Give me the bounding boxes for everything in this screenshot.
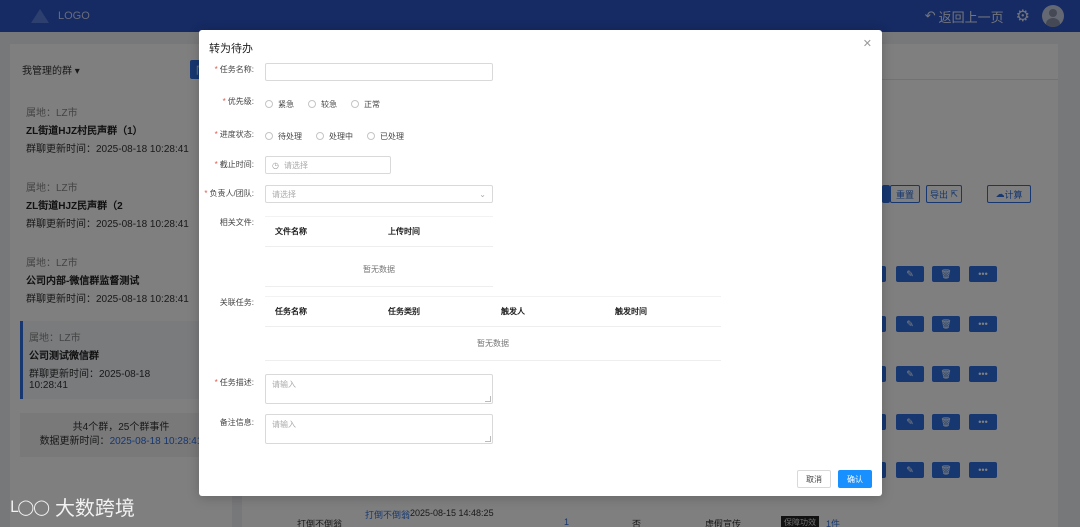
status-option-done[interactable]: 已处理	[367, 131, 404, 142]
chevron-down-icon: ⌄	[479, 189, 486, 199]
status-option-pending[interactable]: 待处理	[265, 131, 302, 142]
task-name-input[interactable]	[265, 63, 493, 81]
files-empty: 暂无数据	[265, 253, 493, 287]
priority-option-urgent[interactable]: 紧急	[265, 99, 294, 110]
desc-placeholder: 请输入	[272, 380, 296, 389]
deadline-placeholder: 请选择	[283, 160, 308, 170]
remark-placeholder: 请输入	[272, 420, 296, 429]
deadline-label: * 截止时间:	[214, 160, 254, 169]
tasks-col-time: 触发时间	[605, 296, 721, 327]
tasks-table: 任务名称 任务类别 触发人 触发时间 暂无数据	[265, 296, 721, 361]
files-label: 相关文件:	[219, 218, 254, 227]
remark-textarea[interactable]: 请输入	[265, 414, 493, 444]
owner-select[interactable]: 请选择 ⌄	[265, 185, 493, 203]
tasks-col-name: 任务名称	[265, 296, 378, 327]
close-icon[interactable]: ✕	[863, 37, 872, 50]
files-col-name: 文件名称	[265, 216, 378, 247]
files-table: 文件名称 上传时间 暂无数据	[265, 216, 493, 287]
priority-option-high[interactable]: 较急	[308, 99, 337, 110]
status-radio-group: 待处理 处理中 已处理	[265, 129, 418, 143]
dialog-title: 转为待办	[209, 43, 253, 55]
files-col-time: 上传时间	[378, 216, 493, 247]
todo-dialog: 转为待办 ✕ * 任务名称: * 优先级: 紧急 较急 正常 * 进度状态: 待处理 …	[199, 30, 882, 496]
tasks-col-trigger: 触发人	[491, 296, 605, 327]
tasks-col-type: 任务类别	[378, 296, 491, 327]
priority-option-normal[interactable]: 正常	[351, 99, 380, 110]
desc-label: * 任务描述:	[214, 378, 254, 387]
task-name-label: * 任务名称:	[214, 65, 254, 74]
owner-label: * 负责人/团队:	[204, 189, 254, 198]
remark-label: 备注信息:	[219, 418, 254, 427]
owner-placeholder: 请选择	[272, 189, 296, 199]
deadline-picker[interactable]: ◷ 请选择	[265, 156, 391, 174]
priority-radio-group: 紧急 较急 正常	[265, 97, 394, 111]
tasks-label: 关联任务:	[219, 298, 254, 307]
watermark: ᒪ◯◯ 大数跨境	[10, 492, 135, 521]
watermark-text: 大数跨境	[54, 496, 135, 520]
confirm-button[interactable]: 确认	[838, 470, 872, 488]
tasks-empty: 暂无数据	[265, 327, 721, 361]
desc-textarea[interactable]: 请输入	[265, 374, 493, 404]
priority-label: * 优先级:	[222, 97, 254, 106]
status-label: * 进度状态:	[214, 130, 254, 139]
clock-icon: ◷	[272, 160, 279, 170]
watermark-logo-icon: ᒪ◯◯	[10, 497, 50, 516]
cancel-button[interactable]: 取消	[797, 470, 831, 488]
status-option-processing[interactable]: 处理中	[316, 131, 353, 142]
